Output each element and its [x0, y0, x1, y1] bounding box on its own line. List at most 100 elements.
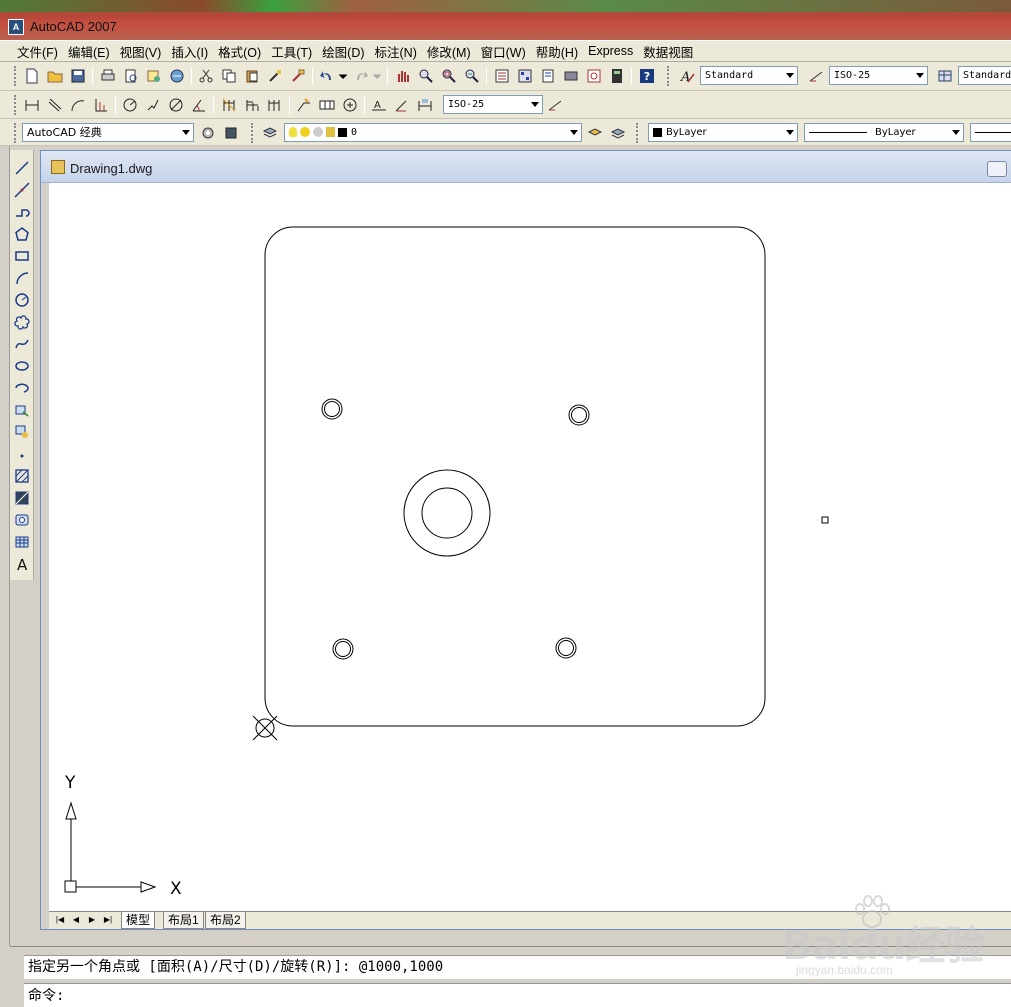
publish-icon[interactable]: [144, 66, 164, 86]
tab-layout2[interactable]: 布局2: [205, 912, 246, 929]
rectangle-icon[interactable]: [12, 246, 32, 266]
sheet-set-icon[interactable]: [561, 66, 581, 86]
last-tab-icon[interactable]: ▶|: [101, 913, 115, 927]
menu-format[interactable]: 格式(O): [213, 42, 266, 61]
markup-set-icon[interactable]: [584, 66, 604, 86]
redo-dropdown-icon[interactable]: [371, 66, 383, 86]
menu-express[interactable]: Express: [583, 44, 638, 58]
undo-icon[interactable]: [317, 66, 337, 86]
menu-draw[interactable]: 绘图(D): [317, 42, 369, 61]
zoom-window-icon[interactable]: [439, 66, 459, 86]
first-tab-icon[interactable]: |◀: [53, 913, 67, 927]
menu-window[interactable]: 窗口(W): [476, 42, 531, 61]
line-icon[interactable]: [12, 158, 32, 178]
spline-icon[interactable]: [12, 334, 32, 354]
calculator-icon[interactable]: [607, 66, 627, 86]
continue-dim-icon[interactable]: [265, 95, 285, 115]
menu-insert[interactable]: 插入(I): [166, 42, 213, 61]
block-editor-icon[interactable]: [288, 66, 308, 86]
angular-dim-icon[interactable]: [189, 95, 209, 115]
layer-previous-icon[interactable]: [608, 123, 628, 143]
dim-style-select-2[interactable]: ISO-25: [443, 95, 543, 114]
radius-dim-icon[interactable]: [120, 95, 140, 115]
quick-leader-icon[interactable]: [294, 95, 314, 115]
menu-dimension[interactable]: 标注(N): [370, 42, 422, 61]
table-style-select[interactable]: Standard: [958, 66, 1011, 85]
toolbar-grip[interactable]: [251, 123, 255, 143]
plot-preview-icon[interactable]: [121, 66, 141, 86]
point-icon[interactable]: [12, 444, 32, 464]
ellipse-arc-icon[interactable]: [12, 378, 32, 398]
pan-icon[interactable]: [393, 66, 413, 86]
center-bore[interactable]: [403, 469, 491, 557]
mounting-hole-top-right[interactable]: [568, 404, 590, 426]
linetype-select[interactable]: ByLayer: [804, 123, 964, 142]
prev-tab-icon[interactable]: ◀: [69, 913, 83, 927]
baseline-dim-icon[interactable]: [242, 95, 262, 115]
workspace-settings-icon[interactable]: [198, 123, 218, 143]
tool-palettes-icon[interactable]: [538, 66, 558, 86]
layer-properties-icon[interactable]: [260, 123, 280, 143]
lineweight-select[interactable]: [970, 123, 1011, 142]
toolbar-grip[interactable]: [667, 66, 671, 86]
menu-file[interactable]: 文件(F): [12, 42, 63, 61]
make-object-layer-current-icon[interactable]: [585, 123, 605, 143]
table-style-icon[interactable]: [935, 66, 955, 86]
open-file-icon[interactable]: [45, 66, 65, 86]
help-icon[interactable]: ?: [637, 66, 657, 86]
hatch-icon[interactable]: [12, 466, 32, 486]
workspace-select[interactable]: AutoCAD 经典: [22, 123, 194, 142]
dim-style-select[interactable]: ISO-25: [829, 66, 928, 85]
dim-update-icon[interactable]: [415, 95, 435, 115]
ordinate-dim-icon[interactable]: [91, 95, 111, 115]
dim-text-edit-icon[interactable]: [392, 95, 412, 115]
etransmit-icon[interactable]: [167, 66, 187, 86]
next-tab-icon[interactable]: ▶: [85, 913, 99, 927]
print-icon[interactable]: [98, 66, 118, 86]
command-prompt-input[interactable]: 命令:: [24, 983, 1011, 1007]
mounting-hole-bottom-left[interactable]: [332, 638, 354, 660]
text-style-select[interactable]: Standard: [700, 66, 798, 85]
multiline-text-icon[interactable]: A: [12, 554, 32, 574]
gradient-icon[interactable]: [12, 488, 32, 508]
zoom-previous-icon[interactable]: [462, 66, 482, 86]
revision-cloud-icon[interactable]: [12, 312, 32, 332]
dim-edit-icon[interactable]: A: [369, 95, 389, 115]
plate-outline[interactable]: [264, 226, 766, 727]
workspace-save-icon[interactable]: [221, 123, 241, 143]
jogged-dim-icon[interactable]: [143, 95, 163, 115]
zoom-realtime-icon[interactable]: [416, 66, 436, 86]
polyline-icon[interactable]: [12, 202, 32, 222]
dim-style-manager-icon[interactable]: [545, 95, 565, 115]
arc-icon[interactable]: [12, 268, 32, 288]
menu-view[interactable]: 视图(V): [115, 42, 167, 61]
circle-icon[interactable]: [12, 290, 32, 310]
ellipse-icon[interactable]: [12, 356, 32, 376]
aligned-dim-icon[interactable]: [45, 95, 65, 115]
menu-modify[interactable]: 修改(M): [422, 42, 476, 61]
mounting-hole-bottom-right[interactable]: [555, 637, 577, 659]
properties-icon[interactable]: [492, 66, 512, 86]
minimize-button[interactable]: [987, 161, 1007, 177]
tolerance-icon[interactable]: [317, 95, 337, 115]
new-file-icon[interactable]: [22, 66, 42, 86]
dim-style-icon[interactable]: [806, 66, 826, 86]
copy-icon[interactable]: [219, 66, 239, 86]
redo-icon[interactable]: [351, 66, 371, 86]
tab-model[interactable]: 模型: [121, 912, 156, 929]
toolbar-grip[interactable]: [14, 95, 18, 115]
quick-dim-icon[interactable]: [219, 95, 239, 115]
save-icon[interactable]: [68, 66, 88, 86]
region-icon[interactable]: [12, 510, 32, 530]
design-center-icon[interactable]: [515, 66, 535, 86]
color-select[interactable]: ByLayer: [648, 123, 798, 142]
model-space-canvas[interactable]: Y X: [49, 183, 1011, 911]
toolbar-grip[interactable]: [14, 66, 18, 86]
arc-length-icon[interactable]: [68, 95, 88, 115]
paste-icon[interactable]: [242, 66, 262, 86]
layer-select[interactable]: 0: [284, 123, 582, 142]
toolbar-grip[interactable]: [636, 123, 640, 143]
insert-block-icon[interactable]: [12, 400, 32, 420]
table-icon[interactable]: [12, 532, 32, 552]
menu-data-view[interactable]: 数据视图: [638, 42, 698, 61]
